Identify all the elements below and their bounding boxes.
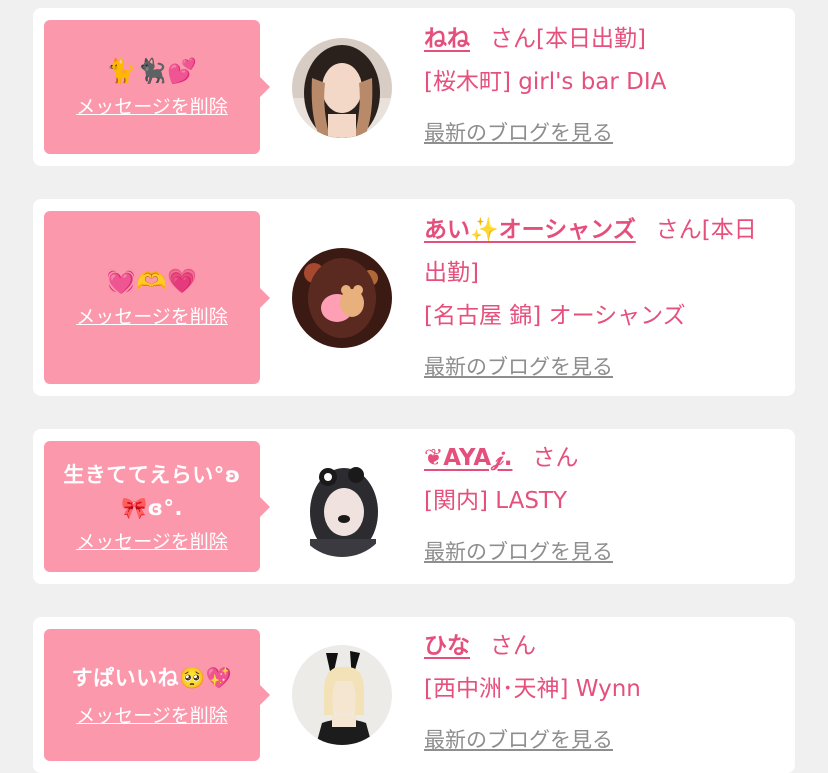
message-text-line2: 🎀ɞ°. [121, 496, 183, 520]
message-text: 🐈🐈‍⬛💕 [106, 56, 198, 85]
area-shop: [桜木町] girl's bar DIA [424, 69, 667, 95]
message-bubble: 💓🫶💗 メッセージを削除 [44, 211, 270, 384]
cast-name-link[interactable]: あい✨オーシャンズ [424, 217, 636, 243]
message-text: 💓🫶💗 [106, 267, 198, 295]
area-shop: [関内] LASTY [424, 488, 568, 514]
delete-message-link[interactable]: メッセージを削除 [76, 92, 228, 119]
cast-info: あい✨オーシャンズ さん[本日出勤] [名古屋 錦] オーシャンズ 最新のブログを… [424, 209, 779, 389]
message-bubble: すぱいいね🥺💖 メッセージを削除 [44, 629, 270, 761]
latest-blog-link[interactable]: 最新のブログを見る [424, 121, 613, 145]
area-shop: [名古屋 錦] オーシャンズ [424, 303, 686, 329]
avatar[interactable] [292, 38, 392, 138]
cast-name-link[interactable]: ❦AYA𝒿. [424, 445, 512, 471]
message-card: 💓🫶💗 メッセージを削除 あい✨オーシャンズ さん[本日出勤] [名古屋 錦] オ… [33, 199, 795, 396]
cast-info: ひな さん [西中洲･天神] Wynn 最新のブログを見る [424, 625, 779, 762]
avatar[interactable] [292, 645, 392, 745]
message-card: 生きててえらい°ʚ 🎀ɞ°. メッセージを削除 ❦AYA𝒿. さん [関内] LA… [33, 429, 795, 584]
honorific: さん [490, 633, 536, 659]
cast-name-link[interactable]: ひな [424, 633, 470, 659]
honorific: さん [490, 26, 536, 52]
message-card: すぱいいね🥺💖 メッセージを削除 ひな さん [西中洲･天神] Wynn 最新のブ… [33, 617, 795, 773]
delete-message-link[interactable]: メッセージを削除 [76, 701, 228, 728]
latest-blog-link[interactable]: 最新のブログを見る [424, 355, 613, 379]
honorific: さん [655, 217, 702, 243]
delete-message-link[interactable]: メッセージを削除 [76, 302, 228, 329]
cast-name-link[interactable]: ねね [424, 26, 470, 52]
work-status: [本日出勤] [536, 26, 646, 52]
message-text-line1: 生きててえらい°ʚ [63, 463, 241, 487]
area-shop: [西中洲･天神] Wynn [424, 676, 641, 702]
delete-message-link[interactable]: メッセージを削除 [76, 527, 228, 554]
avatar[interactable] [292, 248, 392, 348]
cast-info: ねね さん[本日出勤] [桜木町] girl's bar DIA 最新のブログを見… [424, 18, 779, 155]
latest-blog-link[interactable]: 最新のブログを見る [424, 540, 613, 564]
honorific: さん [532, 445, 579, 471]
message-card: 🐈🐈‍⬛💕 メッセージを削除 ねね さん[本日出勤] [桜木町] girl's b… [33, 8, 795, 166]
cast-info: ❦AYA𝒿. さん [関内] LASTY 最新のブログを見る [424, 437, 779, 574]
latest-blog-link[interactable]: 最新のブログを見る [424, 728, 613, 752]
message-text: すぱいいね🥺💖 [71, 666, 233, 690]
message-bubble: 🐈🐈‍⬛💕 メッセージを削除 [44, 20, 270, 154]
message-bubble: 生きててえらい°ʚ 🎀ɞ°. メッセージを削除 [44, 441, 270, 572]
avatar[interactable] [292, 457, 392, 557]
